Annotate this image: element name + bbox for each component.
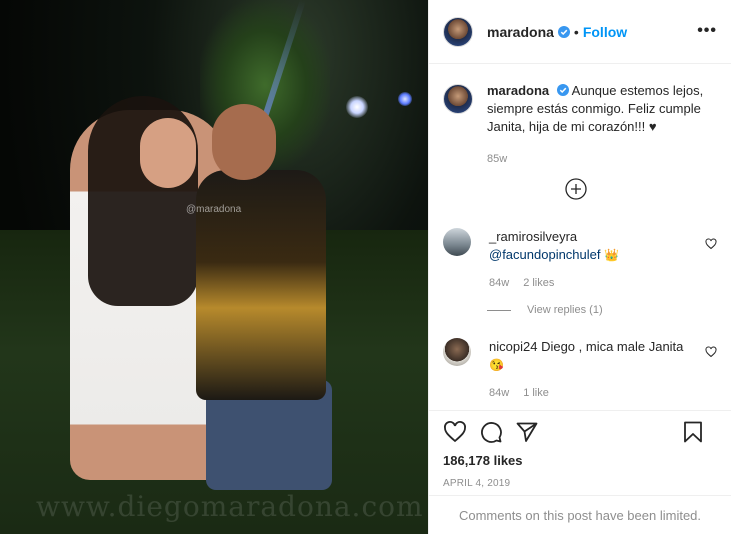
post-header: maradona • Follow ••• [429, 0, 731, 64]
comment-body: nicopi24 Diego , mica male Janita 😘 84w … [489, 338, 689, 402]
verified-badge-icon [556, 84, 569, 96]
add-comments-icon[interactable] [565, 178, 587, 200]
comment-item: nicopi24 Diego , mica male Janita 😘 84w … [443, 338, 717, 402]
heart-icon[interactable] [705, 238, 717, 250]
comment-age[interactable]: 84w [489, 274, 509, 292]
comment-avatar[interactable] [443, 338, 471, 366]
action-bar: 186,178 likes APRIL 4, 2019 [429, 410, 731, 489]
more-options-icon[interactable]: ••• [697, 22, 717, 40]
comment-age[interactable]: 84w [489, 384, 509, 402]
caption-avatar[interactable] [443, 84, 473, 114]
kiss-emoji-icon: 😘 [489, 358, 504, 372]
comment-username[interactable]: _ramirosilveyra [489, 229, 577, 244]
comment-meta: 84w 1 like [489, 384, 689, 402]
photo-watermark: www.diegomaradona.com [36, 490, 424, 523]
photo-spotlight [346, 96, 368, 118]
photo-man-face [212, 104, 276, 180]
caption-age[interactable]: 85w [487, 150, 707, 168]
view-replies-line [487, 309, 511, 311]
post-sidebar: maradona • Follow ••• maradona Aunque es… [428, 0, 731, 534]
verified-badge-icon [557, 25, 570, 38]
share-icon[interactable] [515, 420, 539, 444]
caption-body: maradona Aunque estemos lejos, siempre e… [487, 82, 707, 168]
view-replies-button[interactable]: View replies (1) [487, 304, 603, 316]
comment-avatar[interactable] [443, 228, 471, 256]
action-icons [443, 411, 717, 453]
comment-meta: 84w 2 likes [489, 274, 689, 292]
heart-icon[interactable] [443, 420, 467, 444]
comments-limited-notice: Comments on this post have been limited. [429, 495, 731, 534]
photo-woman-face [140, 118, 196, 188]
comment-text: Diego , mica male Janita [541, 339, 684, 354]
photo-spotlight-small [398, 92, 412, 106]
heart-icon[interactable] [705, 346, 717, 358]
comment-item: _ramirosilveyra @facundopinchulef 👑 84w … [443, 228, 717, 292]
instagram-post: @maradona www.diegomaradona.com maradona… [0, 0, 731, 534]
post-photo[interactable]: @maradona www.diegomaradona.com [0, 0, 428, 534]
view-replies-label: View replies (1) [527, 304, 603, 316]
comment-mention[interactable]: @facundopinchulef [489, 247, 601, 262]
bookmark-icon[interactable] [681, 420, 705, 444]
header-separator: • [573, 23, 579, 40]
comment-likes[interactable]: 1 like [523, 384, 549, 402]
follow-button[interactable]: Follow [583, 24, 627, 40]
photo-tag-text: @maradona [186, 204, 242, 215]
comment-body: _ramirosilveyra @facundopinchulef 👑 84w … [489, 228, 689, 292]
post-date[interactable]: APRIL 4, 2019 [443, 478, 717, 489]
comments-section[interactable]: maradona Aunque estemos lejos, siempre e… [429, 64, 731, 410]
comment-username[interactable]: nicopi24 [489, 339, 537, 354]
comment-likes[interactable]: 2 likes [523, 274, 554, 292]
caption: maradona Aunque estemos lejos, siempre e… [429, 64, 731, 168]
header-avatar[interactable] [443, 16, 473, 47]
comment-icon[interactable] [479, 420, 503, 444]
caption-username[interactable]: maradona [487, 83, 549, 98]
header-username[interactable]: maradona [487, 24, 554, 40]
likes-count[interactable]: 186,178 likes [443, 453, 717, 468]
crown-emoji-icon: 👑 [604, 248, 620, 262]
